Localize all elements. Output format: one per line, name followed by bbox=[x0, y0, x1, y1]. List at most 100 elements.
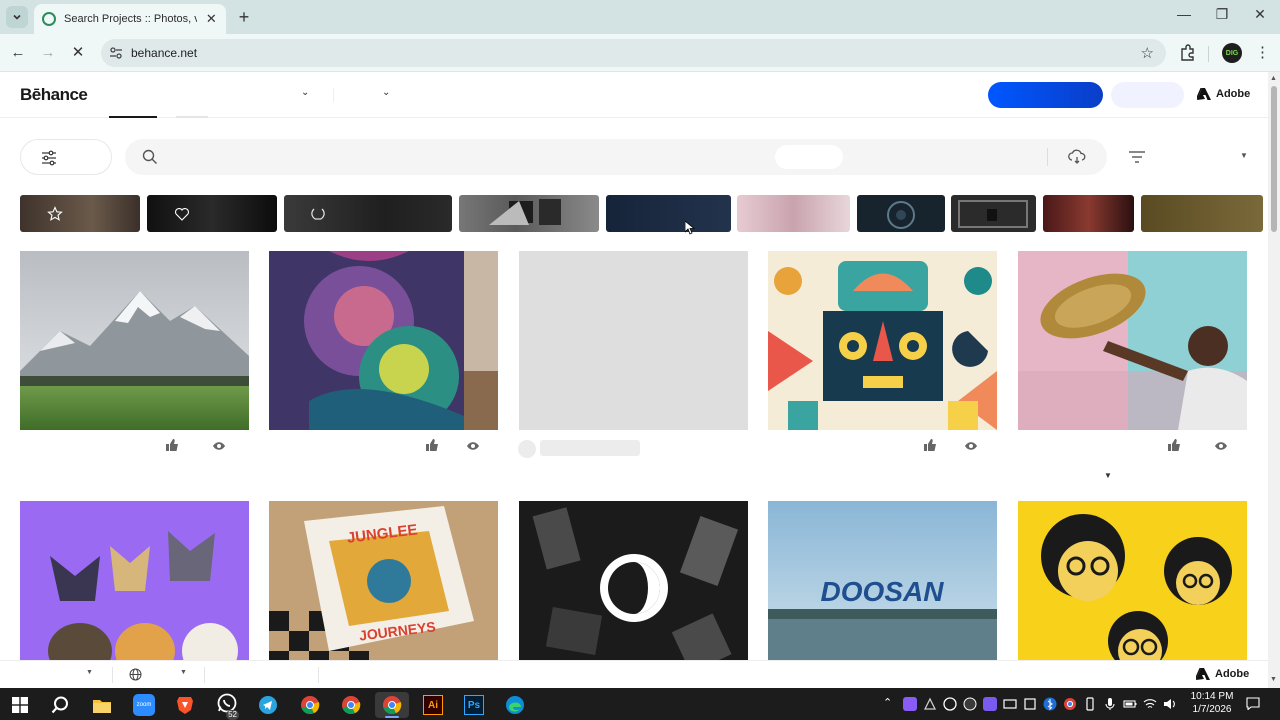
sliders-icon bbox=[42, 150, 56, 166]
site-info-icon[interactable] bbox=[109, 46, 123, 60]
microphone-icon[interactable] bbox=[1103, 697, 1117, 711]
appreciation-icon-2 bbox=[426, 439, 438, 451]
behance-logo[interactable]: Bēhance bbox=[20, 85, 88, 105]
stop-loading-icon[interactable]: ✕ bbox=[68, 43, 88, 63]
tray-phone-link-icon[interactable] bbox=[1083, 697, 1097, 711]
log-in-button[interactable] bbox=[1111, 82, 1184, 108]
globe-icon[interactable] bbox=[129, 668, 142, 681]
notification-icon[interactable] bbox=[1246, 697, 1260, 710]
telegram-app[interactable] bbox=[251, 692, 285, 718]
browser-tab-active[interactable]: Search Projects :: Photos, videos, logos… bbox=[34, 4, 226, 34]
category-tile-1[interactable] bbox=[20, 195, 140, 232]
new-tab-button[interactable]: + bbox=[234, 7, 254, 27]
category-tile-8[interactable] bbox=[951, 195, 1036, 232]
chrome-app-3-active[interactable] bbox=[375, 692, 409, 718]
close-tab-icon[interactable]: ✕ bbox=[205, 11, 218, 27]
chrome-app-2[interactable] bbox=[334, 692, 368, 718]
search-input[interactable] bbox=[125, 139, 1107, 175]
views-icon-4 bbox=[1215, 442, 1227, 450]
chrome-app-1[interactable] bbox=[293, 692, 327, 718]
nav-tab-active-indicator[interactable] bbox=[109, 116, 157, 118]
nav-tab-placeholder[interactable] bbox=[176, 116, 208, 118]
tray-chrome-icon[interactable] bbox=[1063, 697, 1077, 711]
footer-divider-3 bbox=[318, 667, 319, 683]
adobe-link[interactable]: Adobe bbox=[1197, 88, 1250, 100]
scrollbar-thumb[interactable] bbox=[1271, 86, 1277, 232]
photoshop-app[interactable]: Ps bbox=[457, 692, 491, 718]
bluetooth-icon[interactable] bbox=[1043, 697, 1057, 711]
page-scrollbar[interactable]: ▲ ▼ bbox=[1268, 72, 1280, 688]
language-chevron-icon[interactable]: ▼ bbox=[180, 669, 187, 676]
scroll-up-icon[interactable]: ▲ bbox=[1270, 75, 1277, 82]
more-chevron-icon[interactable]: ▼ bbox=[1104, 471, 1112, 480]
nav-dropdown-chevron-icon[interactable]: ⌄ bbox=[301, 87, 309, 98]
windows-logo-icon bbox=[12, 697, 28, 713]
zoom-app[interactable]: zoom bbox=[127, 692, 161, 718]
category-tile-2[interactable] bbox=[147, 195, 277, 232]
category-tile-5[interactable] bbox=[606, 195, 731, 232]
sign-up-button[interactable] bbox=[988, 82, 1103, 108]
illustrator-app[interactable]: Ai bbox=[416, 692, 450, 718]
whatsapp-app[interactable]: 52 bbox=[210, 692, 244, 720]
browser-menu-icon[interactable]: ⋮ bbox=[1255, 43, 1270, 61]
wifi-icon[interactable] bbox=[1143, 697, 1157, 711]
project-card-cats[interactable] bbox=[20, 501, 249, 660]
browser-toolbar: ← → ✕ behance.net ☆ DIG ⋮ bbox=[0, 34, 1280, 72]
nav-dropdown-chevron-icon-2[interactable]: ⌄ bbox=[382, 87, 390, 98]
bookmark-star-icon[interactable]: ☆ bbox=[1141, 44, 1154, 62]
profile-avatar[interactable]: DIG bbox=[1222, 43, 1242, 63]
project-card-lion-mural[interactable] bbox=[269, 251, 498, 430]
tray-app-icon-3[interactable] bbox=[963, 697, 977, 711]
project-card-dark-shapes[interactable] bbox=[519, 501, 748, 660]
project-card-tambourine[interactable] bbox=[1018, 251, 1247, 430]
project-card-faces[interactable] bbox=[1018, 501, 1247, 660]
tray-app-icon-2[interactable] bbox=[923, 697, 937, 711]
tray-app-icon-4[interactable] bbox=[983, 697, 997, 711]
active-app-indicator bbox=[385, 716, 399, 718]
edge-app[interactable] bbox=[498, 692, 532, 718]
tray-app-icon-6[interactable] bbox=[1023, 697, 1037, 711]
maximize-icon[interactable]: ❐ bbox=[1210, 6, 1234, 23]
volume-icon[interactable] bbox=[1163, 697, 1177, 711]
project-card-mountain[interactable] bbox=[20, 251, 249, 430]
category-tile-3[interactable] bbox=[284, 195, 452, 232]
project-card-doosan[interactable]: DOOSAN bbox=[768, 501, 997, 660]
search-suggestion-pill[interactable] bbox=[775, 145, 843, 169]
category-tile-9[interactable] bbox=[1043, 195, 1134, 232]
filters-button[interactable] bbox=[20, 139, 112, 175]
category-tile-7[interactable] bbox=[857, 195, 945, 232]
minimize-icon[interactable]: — bbox=[1172, 6, 1196, 22]
footer-adobe-link[interactable]: Adobe bbox=[1196, 668, 1249, 680]
category-tile-10[interactable] bbox=[1141, 195, 1263, 232]
tray-app-icon-1[interactable] bbox=[903, 697, 917, 711]
back-icon[interactable]: ← bbox=[8, 43, 28, 63]
battery-icon[interactable] bbox=[1123, 697, 1137, 711]
file-explorer-app[interactable] bbox=[85, 692, 119, 718]
tray-whatsapp-icon[interactable] bbox=[943, 697, 957, 711]
category-tile-6[interactable] bbox=[737, 195, 850, 232]
sort-icon[interactable] bbox=[1128, 150, 1146, 164]
start-button[interactable] bbox=[3, 692, 37, 718]
photoshop-icon: Ps bbox=[464, 695, 484, 715]
project-card-junglee-journeys[interactable]: JUNGLEE JOURNEYS bbox=[269, 501, 498, 660]
image-search-icon[interactable] bbox=[1068, 149, 1086, 165]
close-window-icon[interactable]: ✕ bbox=[1248, 6, 1272, 23]
tray-expand-icon[interactable]: ⌃ bbox=[883, 696, 892, 709]
project-card-loading[interactable] bbox=[519, 251, 748, 430]
project-card-geometric-mask[interactable] bbox=[768, 251, 997, 430]
taskbar-search-button[interactable] bbox=[43, 692, 77, 718]
tab-search-button[interactable] bbox=[6, 6, 28, 28]
scroll-down-icon[interactable]: ▼ bbox=[1270, 676, 1277, 683]
telegram-icon bbox=[259, 696, 277, 714]
address-bar[interactable]: behance.net ☆ bbox=[101, 39, 1166, 67]
mouse-cursor-icon bbox=[685, 221, 695, 235]
forward-icon[interactable]: → bbox=[38, 43, 58, 63]
extensions-icon[interactable] bbox=[1178, 44, 1196, 62]
sort-dropdown-chevron-icon[interactable]: ▼ bbox=[1240, 151, 1248, 160]
category-tile-4[interactable] bbox=[459, 195, 599, 232]
taskbar-clock[interactable]: 10:14 PM 1/7/2026 bbox=[1186, 690, 1238, 716]
tray-app-icon-5[interactable] bbox=[1003, 697, 1017, 711]
clock-time: 10:14 PM bbox=[1190, 691, 1234, 702]
footer-dropdown-chevron-icon[interactable]: ▼ bbox=[86, 669, 93, 676]
brave-app[interactable] bbox=[168, 692, 202, 718]
